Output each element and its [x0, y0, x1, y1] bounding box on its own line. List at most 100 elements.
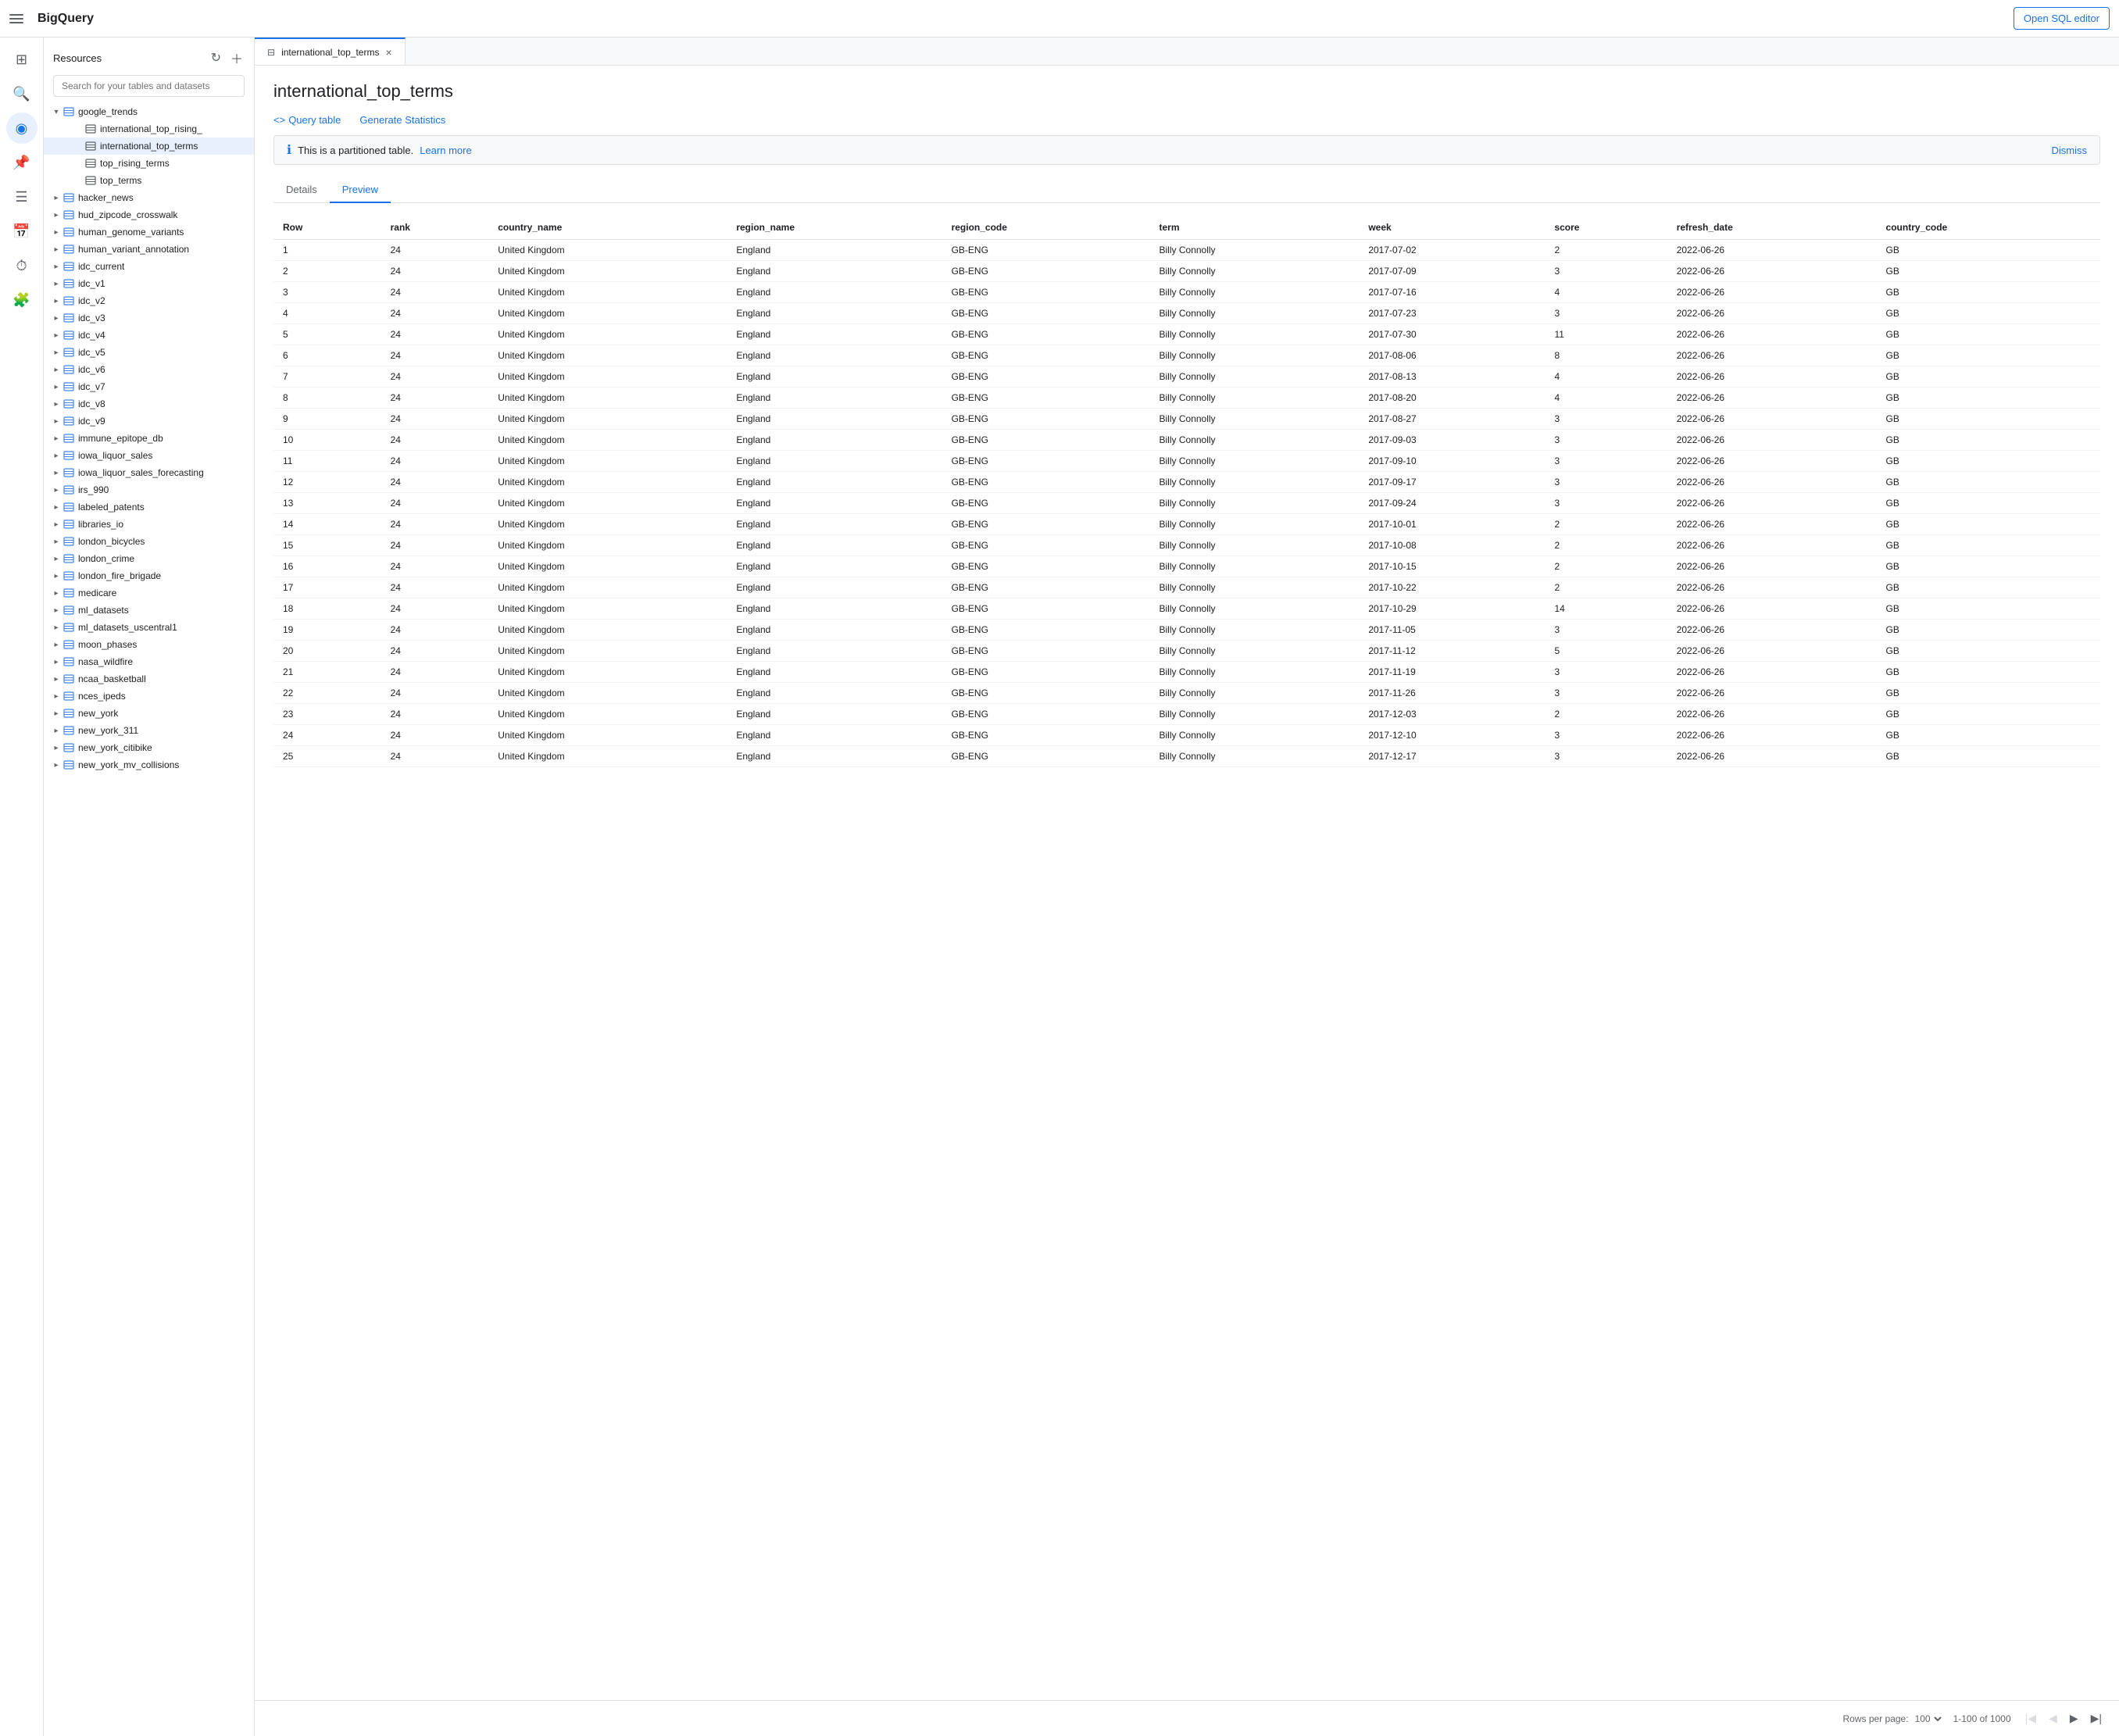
sidebar-item-nasa_wildfire[interactable]: ▸nasa_wildfire [44, 653, 254, 670]
table-cell: 23 [273, 704, 381, 725]
sidebar-item-hud_zipcode_crosswalk[interactable]: ▸hud_zipcode_crosswalk [44, 206, 254, 223]
dataset-icon [63, 346, 75, 359]
sidebar-item-london_bicycles[interactable]: ▸london_bicycles [44, 533, 254, 550]
list-icon[interactable]: ☰ [6, 181, 38, 213]
sidebar-item-idc_v9[interactable]: ▸idc_v9 [44, 413, 254, 430]
database-icon[interactable]: ◉ [6, 113, 38, 144]
sidebar-item-google_trends[interactable]: ▾google_trends [44, 103, 254, 120]
prev-page-button[interactable]: ◀ [2044, 1709, 2062, 1728]
sidebar-item-new_york_mv_collisions[interactable]: ▸new_york_mv_collisions [44, 756, 254, 773]
sidebar-item-medicare[interactable]: ▸medicare [44, 584, 254, 602]
table-icon [84, 123, 97, 135]
search-icon[interactable]: 🔍 [6, 78, 38, 109]
add-button[interactable]: ＋ [229, 47, 245, 69]
table-cell: GB [1877, 683, 2100, 704]
active-tab[interactable]: ⊟ international_top_terms × [255, 38, 406, 65]
rows-per-page-select[interactable]: 100 50 25 [1912, 1713, 1944, 1725]
sidebar-item-idc_v3[interactable]: ▸idc_v3 [44, 309, 254, 327]
sidebar-item-libraries_io[interactable]: ▸libraries_io [44, 516, 254, 533]
last-page-button[interactable]: ▶| [2086, 1709, 2106, 1728]
sidebar-item-moon_phases[interactable]: ▸moon_phases [44, 636, 254, 653]
next-page-button[interactable]: ▶ [2065, 1709, 2083, 1728]
tree-item-label: international_top_terms [100, 141, 198, 152]
tree-toggle: ▸ [50, 621, 63, 634]
dataset-icon [63, 449, 75, 462]
table-cell: GB-ENG [942, 535, 1150, 556]
sidebar-item-ml_datasets[interactable]: ▸ml_datasets [44, 602, 254, 619]
sidebar-item-idc_v5[interactable]: ▸idc_v5 [44, 344, 254, 361]
tree-item-label: idc_v2 [78, 295, 105, 306]
tab-close-button[interactable]: × [385, 47, 391, 58]
rows-per-page-selector[interactable]: Rows per page: 100 50 25 [1843, 1713, 1944, 1725]
table-cell: England [727, 430, 942, 451]
learn-more-link[interactable]: Learn more [420, 145, 471, 156]
sidebar-item-top_rising_terms[interactable]: top_rising_terms [44, 155, 254, 172]
table-cell: 2022-06-26 [1667, 303, 1877, 324]
sidebar-item-irs_990[interactable]: ▸irs_990 [44, 481, 254, 498]
sidebar-item-top_terms[interactable]: top_terms [44, 172, 254, 189]
table-cell: 3 [1545, 430, 1667, 451]
sidebar-item-ml_datasets_uscentral1[interactable]: ▸ml_datasets_uscentral1 [44, 619, 254, 636]
sidebar-item-labeled_patents[interactable]: ▸labeled_patents [44, 498, 254, 516]
table-cell: 24 [381, 324, 489, 345]
hamburger-menu[interactable] [9, 11, 25, 27]
sidebar-item-london_crime[interactable]: ▸london_crime [44, 550, 254, 567]
tree-toggle: ▾ [50, 105, 63, 118]
dataset-icon [63, 432, 75, 445]
table-cell: 3 [1545, 620, 1667, 641]
table-cell: GB-ENG [942, 577, 1150, 598]
sidebar-item-iowa_liquor_sales[interactable]: ▸iowa_liquor_sales [44, 447, 254, 464]
sidebar-item-idc_v8[interactable]: ▸idc_v8 [44, 395, 254, 413]
sidebar-item-idc_v2[interactable]: ▸idc_v2 [44, 292, 254, 309]
table-cell: GB-ENG [942, 725, 1150, 746]
sidebar-item-idc_v6[interactable]: ▸idc_v6 [44, 361, 254, 378]
sidebar-item-idc_current[interactable]: ▸idc_current [44, 258, 254, 275]
calendar-icon[interactable]: 📅 [6, 216, 38, 247]
dismiss-button[interactable]: Dismiss [2052, 145, 2088, 156]
generate-statistics-button[interactable]: Generate Statistics [359, 114, 445, 126]
puzzle-icon[interactable]: 🧩 [6, 284, 38, 316]
table-cell: Billy Connolly [1150, 282, 1360, 303]
sidebar-item-idc_v7[interactable]: ▸idc_v7 [44, 378, 254, 395]
sidebar-item-nces_ipeds[interactable]: ▸nces_ipeds [44, 688, 254, 705]
table-cell: United Kingdom [488, 493, 727, 514]
sidebar-item-human_genome_variants[interactable]: ▸human_genome_variants [44, 223, 254, 241]
sidebar-item-ncaa_basketball[interactable]: ▸ncaa_basketball [44, 670, 254, 688]
table-cell: GB-ENG [942, 514, 1150, 535]
refresh-button[interactable]: ↻ [209, 47, 223, 69]
tree-item-label: top_rising_terms [100, 158, 170, 169]
sidebar-item-iowa_liquor_sales_forecasting[interactable]: ▸iowa_liquor_sales_forecasting [44, 464, 254, 481]
table-row: 724United KingdomEnglandGB-ENGBilly Conn… [273, 366, 2100, 388]
table-cell: 2017-08-13 [1359, 366, 1545, 388]
grid-icon[interactable]: ⊞ [6, 44, 38, 75]
search-input[interactable] [53, 75, 245, 97]
sidebar-item-london_fire_brigade[interactable]: ▸london_fire_brigade [44, 567, 254, 584]
sidebar-item-idc_v4[interactable]: ▸idc_v4 [44, 327, 254, 344]
table-cell: GB [1877, 261, 2100, 282]
tree-item-label: labeled_patents [78, 502, 145, 513]
pin-icon[interactable]: 📌 [6, 147, 38, 178]
table-cell: 3 [1545, 683, 1667, 704]
sidebar-item-international_top_terms[interactable]: international_top_terms [44, 138, 254, 155]
table-footer: Rows per page: 100 50 25 1-100 of 1000 |… [255, 1700, 2119, 1736]
table-cell: 4 [1545, 282, 1667, 303]
col-header-week: week [1359, 216, 1545, 240]
sidebar-item-new_york[interactable]: ▸new_york [44, 705, 254, 722]
open-sql-editor-button[interactable]: Open SQL editor [2014, 7, 2110, 30]
sidebar-item-new_york_citibike[interactable]: ▸new_york_citibike [44, 739, 254, 756]
sidebar-item-international_top_rising[interactable]: international_top_rising_ [44, 120, 254, 138]
table-cell: GB-ENG [942, 261, 1150, 282]
sidebar-item-hacker_news[interactable]: ▸hacker_news [44, 189, 254, 206]
sidebar-item-idc_v1[interactable]: ▸idc_v1 [44, 275, 254, 292]
first-page-button[interactable]: |◀ [2021, 1709, 2041, 1728]
sidebar-item-new_york_311[interactable]: ▸new_york_311 [44, 722, 254, 739]
query-table-button[interactable]: <> Query table [273, 114, 341, 126]
table-cell: 3 [273, 282, 381, 303]
sidebar-item-immune_epitope_db[interactable]: ▸immune_epitope_db [44, 430, 254, 447]
table-cell: United Kingdom [488, 535, 727, 556]
sidebar-item-human_variant_annotation[interactable]: ▸human_variant_annotation [44, 241, 254, 258]
tab-preview[interactable]: Preview [330, 177, 391, 203]
clock-icon[interactable]: ⏱ [6, 250, 38, 281]
tree-item-label: idc_v7 [78, 381, 105, 392]
tab-details[interactable]: Details [273, 177, 330, 203]
